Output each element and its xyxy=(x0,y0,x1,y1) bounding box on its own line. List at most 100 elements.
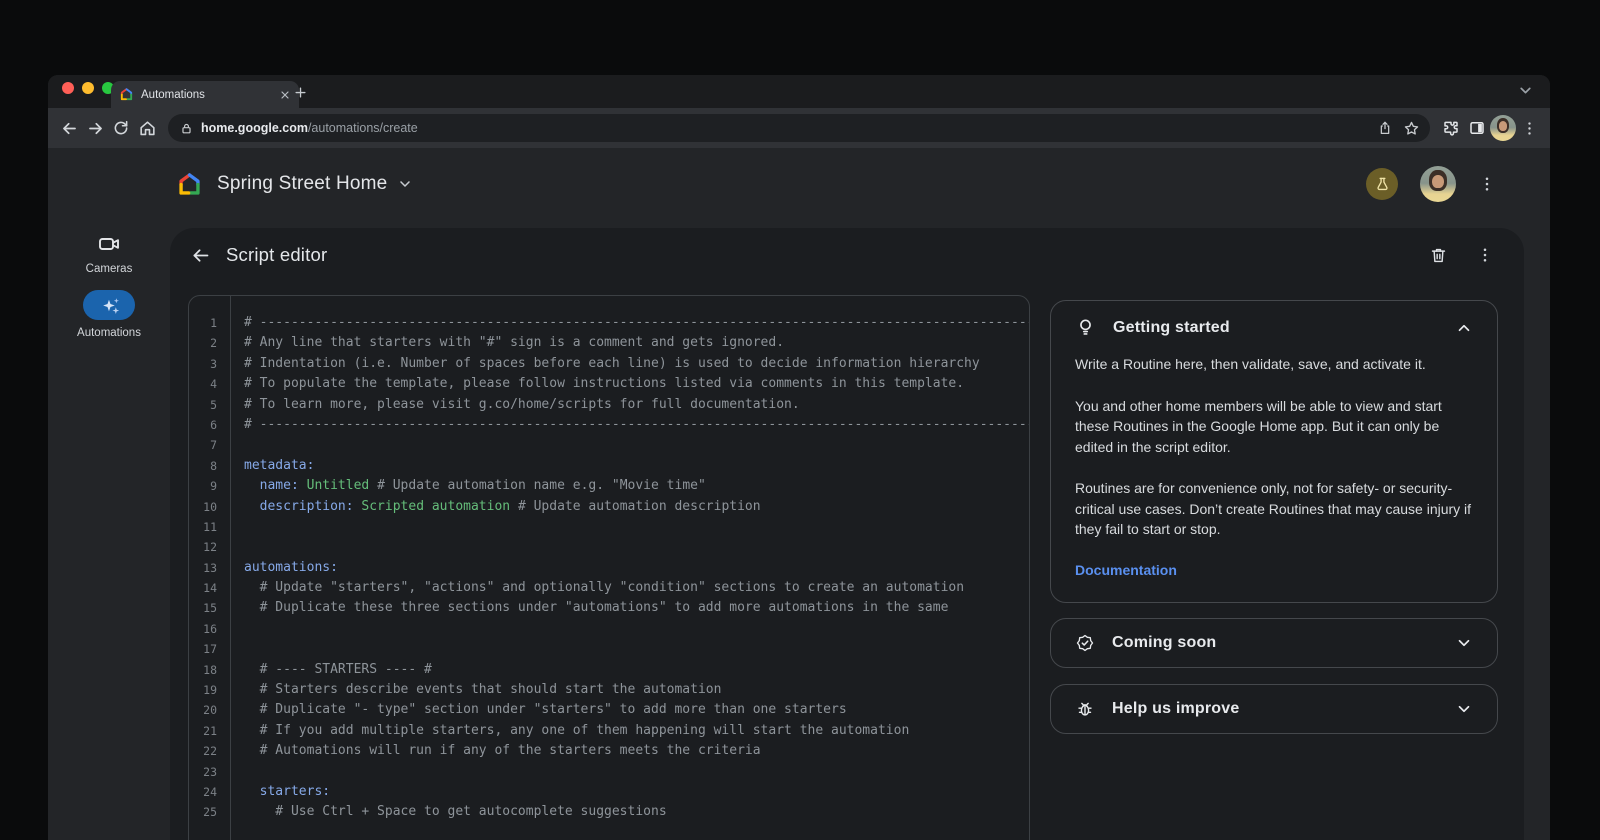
line-number: 14 xyxy=(189,578,230,598)
browser-menu-kebab-icon[interactable] xyxy=(1516,115,1542,141)
tab-favicon-home-icon xyxy=(119,87,134,102)
line-number: 15 xyxy=(189,598,230,618)
browser-window: Automations home.google.co xyxy=(48,75,1550,840)
getting-started-paragraph-2: You and other home members will be able … xyxy=(1075,396,1473,458)
browser-toolbar: home.google.com/automations/create xyxy=(48,108,1550,148)
code-line[interactable]: # Any line that starters with "#" sign i… xyxy=(244,333,1029,353)
line-number: 6 xyxy=(189,415,230,435)
getting-started-paragraph-3: Routines are for convenience only, not f… xyxy=(1075,478,1473,540)
sidebar-item-cameras[interactable]: Cameras xyxy=(86,232,133,275)
code-line[interactable] xyxy=(244,619,1029,639)
code-line[interactable]: starters: xyxy=(244,782,1029,802)
getting-started-header[interactable]: Getting started xyxy=(1075,317,1473,338)
lightbulb-icon xyxy=(1075,317,1096,338)
public-preview-flask-icon[interactable] xyxy=(1366,168,1398,200)
line-number: 21 xyxy=(189,721,230,741)
code-line[interactable]: # --------------------------------------… xyxy=(244,415,1029,435)
script-editor[interactable]: 1234567891011121314151617181920212223242… xyxy=(188,295,1030,840)
panel-actions xyxy=(1429,246,1494,265)
home-switcher-chevron-down-icon[interactable] xyxy=(397,176,413,192)
documentation-link[interactable]: Documentation xyxy=(1075,562,1177,578)
code-line[interactable]: # To populate the template, please follo… xyxy=(244,374,1029,394)
code-line[interactable]: # Indentation (i.e. Number of spaces bef… xyxy=(244,354,1029,374)
getting-started-title: Getting started xyxy=(1113,319,1438,337)
getting-started-paragraph-1: Write a Routine here, then validate, sav… xyxy=(1075,354,1473,375)
code-lines[interactable]: # --------------------------------------… xyxy=(231,296,1029,840)
code-line[interactable] xyxy=(244,517,1029,537)
tab-title: Automations xyxy=(141,89,279,101)
bug-icon xyxy=(1075,699,1095,719)
forward-button[interactable] xyxy=(82,115,108,141)
coming-soon-card[interactable]: Coming soon xyxy=(1050,618,1498,668)
browser-profile-avatar[interactable] xyxy=(1490,115,1516,141)
line-number: 16 xyxy=(189,619,230,639)
code-line[interactable] xyxy=(244,537,1029,557)
home-name: Spring Street Home xyxy=(217,173,387,195)
code-line[interactable]: # If you add multiple starters, any one … xyxy=(244,721,1029,741)
line-number: 22 xyxy=(189,741,230,761)
help-us-improve-title: Help us improve xyxy=(1112,700,1438,718)
bookmark-star-icon[interactable] xyxy=(1398,115,1424,141)
code-line[interactable]: # ---- STARTERS ---- # xyxy=(244,660,1029,680)
code-line[interactable]: # Duplicate "- type" section under "star… xyxy=(244,700,1029,720)
code-line[interactable]: # Duplicate these three sections under "… xyxy=(244,598,1029,618)
app-header-actions xyxy=(1366,166,1496,202)
expand-chevron-down-icon[interactable] xyxy=(1455,634,1473,652)
sparkles-icon xyxy=(100,296,119,315)
account-avatar[interactable] xyxy=(1420,166,1456,202)
line-number: 24 xyxy=(189,782,230,802)
lock-icon xyxy=(180,122,193,135)
coming-soon-title: Coming soon xyxy=(1112,634,1438,652)
home-button[interactable] xyxy=(134,115,160,141)
back-arrow-icon[interactable] xyxy=(184,239,216,271)
new-tab-button[interactable] xyxy=(290,82,310,102)
collapse-chevron-up-icon[interactable] xyxy=(1455,319,1473,337)
line-number: 10 xyxy=(189,497,230,517)
address-bar[interactable]: home.google.com/automations/create xyxy=(168,114,1430,142)
code-line[interactable]: # --------------------------------------… xyxy=(244,313,1029,333)
code-line[interactable]: # To learn more, please visit g.co/home/… xyxy=(244,395,1029,415)
page-title: Script editor xyxy=(226,244,327,266)
line-number: 23 xyxy=(189,762,230,782)
help-us-improve-card[interactable]: Help us improve xyxy=(1050,684,1498,734)
code-line[interactable] xyxy=(244,435,1029,455)
code-line[interactable]: name: Untitled # Update automation name … xyxy=(244,476,1029,496)
help-us-improve-header: Help us improve xyxy=(1075,699,1473,719)
back-button[interactable] xyxy=(56,115,82,141)
line-number: 7 xyxy=(189,435,230,455)
panel-menu-kebab-icon[interactable] xyxy=(1476,246,1494,264)
tabstrip-chevron-down-icon[interactable] xyxy=(1517,82,1534,99)
code-line[interactable]: # Automations will run if any of the sta… xyxy=(244,741,1029,761)
sidebar-item-automations[interactable]: Automations xyxy=(77,275,141,339)
left-sidebar: Cameras Automations xyxy=(48,220,170,339)
google-home-app: Spring Street Home Cameras xyxy=(48,148,1550,840)
url-path: /automations/create xyxy=(308,121,418,135)
code-line[interactable]: # Use Ctrl + Space to get autocomplete s… xyxy=(244,802,1029,822)
line-number: 1 xyxy=(189,313,230,333)
app-header: Spring Street Home xyxy=(48,148,1550,220)
minimize-window-button[interactable] xyxy=(82,82,94,94)
code-line[interactable]: description: Scripted automation # Updat… xyxy=(244,497,1029,517)
app-menu-kebab-icon[interactable] xyxy=(1478,175,1496,193)
gutter: 1234567891011121314151617181920212223242… xyxy=(189,296,231,840)
browser-tab-automations[interactable]: Automations xyxy=(111,81,299,108)
expand-chevron-down-icon[interactable] xyxy=(1455,700,1473,718)
sidebar-active-pill xyxy=(83,290,135,320)
new-releases-badge-icon xyxy=(1075,633,1095,653)
delete-trash-icon[interactable] xyxy=(1429,246,1448,265)
code-line[interactable]: # Update "starters", "actions" and optio… xyxy=(244,578,1029,598)
extensions-icon[interactable] xyxy=(1438,115,1464,141)
script-editor-panel: Script editor 12345678910111213141516171… xyxy=(170,228,1524,840)
close-window-button[interactable] xyxy=(62,82,74,94)
code-line[interactable]: automations: xyxy=(244,558,1029,578)
camera-icon xyxy=(97,232,121,256)
code-line[interactable] xyxy=(244,639,1029,659)
refresh-button[interactable] xyxy=(108,115,134,141)
share-icon[interactable] xyxy=(1372,115,1398,141)
code-line[interactable]: metadata: xyxy=(244,456,1029,476)
line-number: 20 xyxy=(189,700,230,720)
code-line[interactable]: # Starters describe events that should s… xyxy=(244,680,1029,700)
code-line[interactable] xyxy=(244,762,1029,782)
line-number: 13 xyxy=(189,558,230,578)
side-panel-icon[interactable] xyxy=(1464,115,1490,141)
